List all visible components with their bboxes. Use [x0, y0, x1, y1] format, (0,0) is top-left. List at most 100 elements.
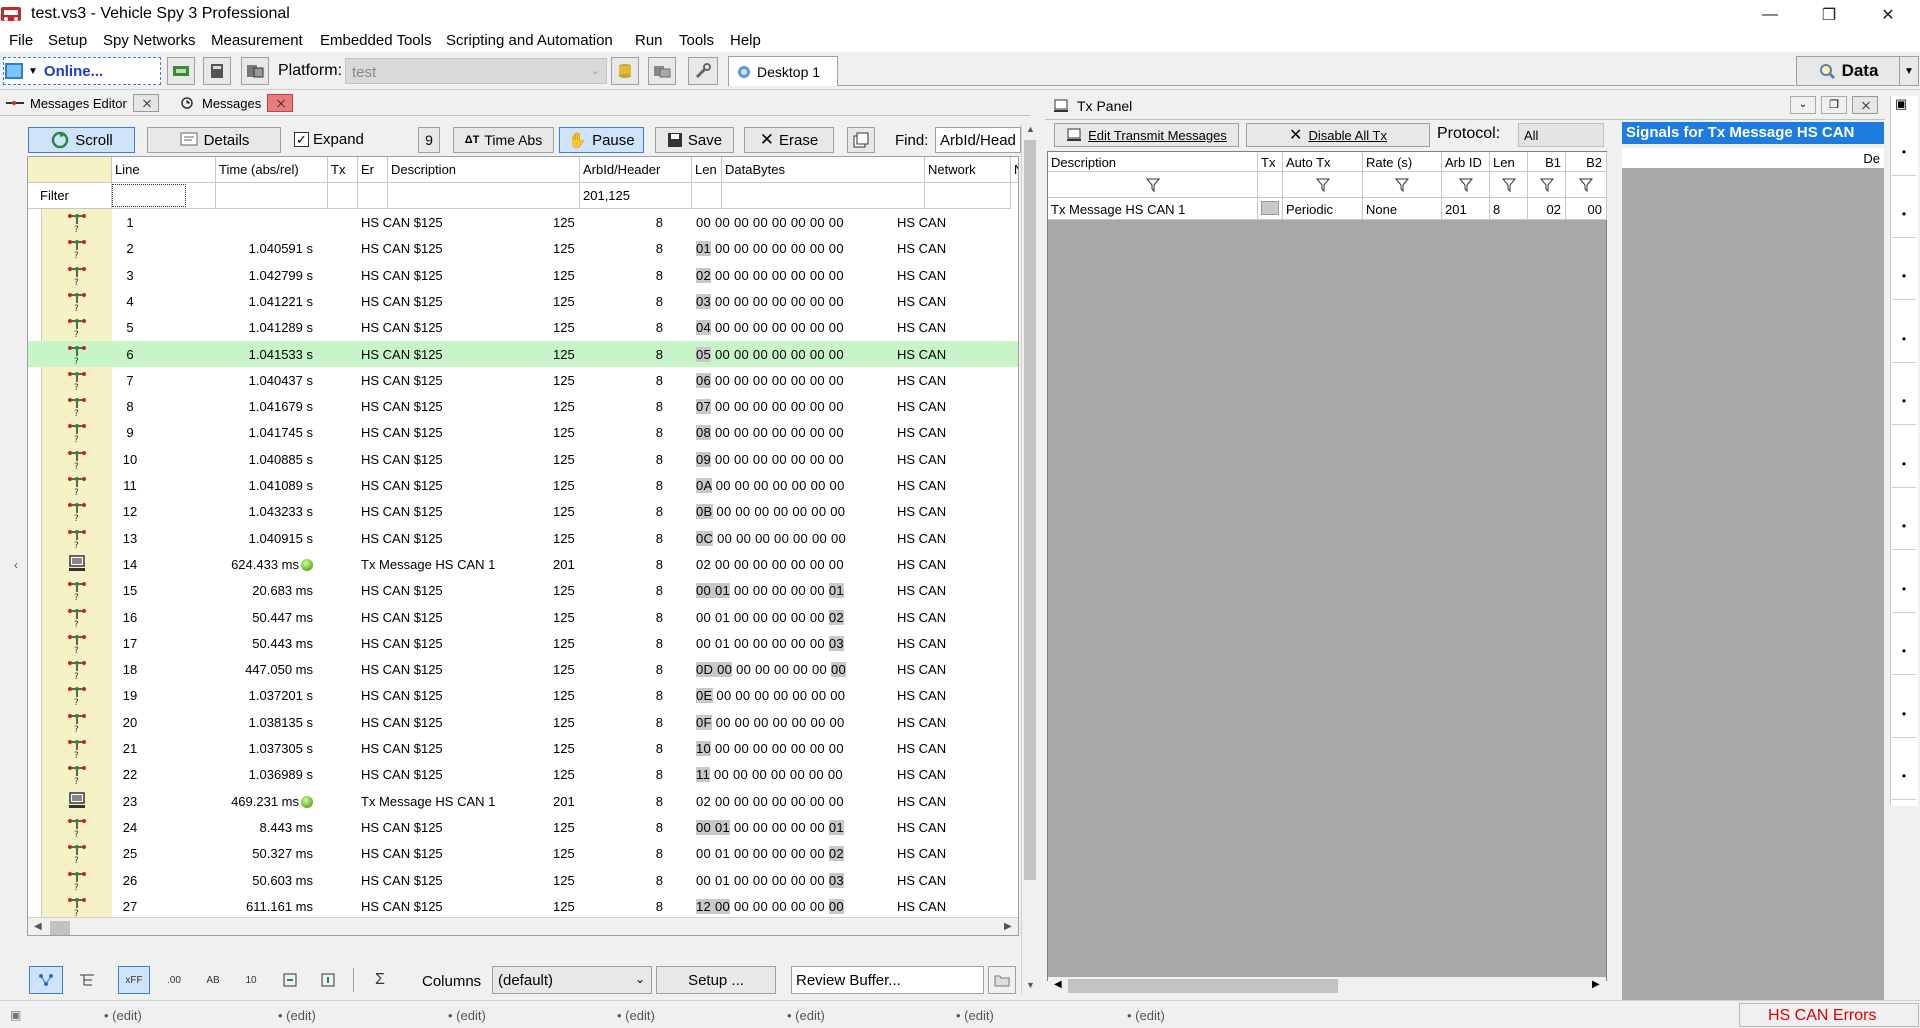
tx-row-b2[interactable]: 00	[1566, 198, 1607, 220]
tab-messages[interactable]: Messages	[180, 92, 294, 114]
status-edit-7[interactable]: • (edit)	[1127, 1008, 1165, 1023]
table-row[interactable]: ? 4 1.041221 s HS CAN $125 125 8 03 00 00 00 0…	[28, 288, 1018, 314]
side-item-1[interactable]: •	[1892, 128, 1916, 176]
scrollbar-thumb[interactable]	[1024, 140, 1036, 880]
signals-col-header[interactable]: De	[1622, 148, 1884, 168]
table-row[interactable]: ? 22 1.036989 s HS CAN $125 125 8 11 00 00 00 …	[28, 761, 1018, 787]
save-button[interactable]: Save	[655, 127, 734, 153]
details-button[interactable]: Details	[147, 127, 281, 153]
side-item-11[interactable]: •	[1892, 752, 1916, 800]
setup-button[interactable]: Setup ...	[656, 966, 776, 994]
filter-er[interactable]	[358, 183, 388, 209]
table-row[interactable]: ? 27 611.161 ms HS CAN $125 125 8 12 00 00 00 …	[28, 893, 1018, 919]
table-row[interactable]: ? 8 1.041679 s HS CAN $125 125 8 07 00 00 00 0…	[28, 393, 1018, 419]
pause-button[interactable]: ✋ Pause	[559, 127, 644, 153]
nine-button[interactable]: 9	[418, 127, 440, 153]
status-edit-2[interactable]: • (edit)	[278, 1008, 316, 1023]
tx-col-tx[interactable]: Tx	[1258, 152, 1283, 172]
time-abs-button[interactable]: ΔT Time Abs	[453, 127, 554, 153]
panel-float-icon[interactable]: ❐	[1821, 96, 1847, 114]
grid-view-icon[interactable]	[29, 966, 63, 994]
side-item-7[interactable]: •	[1892, 502, 1916, 550]
sigma-icon[interactable]: Σ	[366, 966, 394, 994]
find-select[interactable]: ArbId/Head	[935, 127, 1021, 153]
table-row[interactable]: ? 9 1.041745 s HS CAN $125 125 8 08 00 00 00 0…	[28, 419, 1018, 445]
status-edit-3[interactable]: • (edit)	[448, 1008, 486, 1023]
edit-transmit-button[interactable]: Edit Transmit Messages	[1054, 123, 1239, 147]
platform-icon[interactable]	[241, 57, 269, 85]
tx-row-description[interactable]: Tx Message HS CAN 1	[1048, 198, 1258, 220]
tx-hscrollbar[interactable]: ◀ ▶	[1048, 977, 1606, 995]
menu-file[interactable]: File	[9, 32, 33, 49]
side-item-4[interactable]: •	[1892, 315, 1916, 363]
close-messages-editor-icon[interactable]	[132, 94, 159, 112]
platform-select[interactable]: test ⌄	[345, 58, 607, 84]
protocol-select[interactable]: All	[1518, 123, 1604, 147]
columns-select[interactable]: (default) ⌄	[492, 966, 652, 994]
tx-filter-autotx[interactable]	[1283, 172, 1363, 198]
table-row[interactable]: ? 2 1.040591 s HS CAN $125 125 8 01 00 00 00 0…	[28, 235, 1018, 261]
wrench-icon[interactable]	[688, 57, 718, 85]
table-row[interactable]: ? 20 1.038135 s HS CAN $125 125 8 0F 00 00 00 …	[28, 709, 1018, 735]
menu-measurement[interactable]: Measurement	[211, 32, 303, 49]
panel-close-icon[interactable]	[1852, 96, 1878, 114]
tx-row-autotx[interactable]: Periodic	[1283, 198, 1363, 220]
collapse-left-icon[interactable]: ‹	[14, 558, 18, 572]
database-icon[interactable]	[611, 57, 639, 85]
side-item-2[interactable]: •	[1892, 190, 1916, 238]
tx-filter-b1[interactable]	[1528, 172, 1566, 198]
tx-hscroll-thumb[interactable]	[1068, 979, 1338, 993]
table-row[interactable]: ? 12 1.043233 s HS CAN $125 125 8 0B 00 00 00 …	[28, 498, 1018, 524]
table-row[interactable]: ? 10 1.040885 s HS CAN $125 125 8 09 00 00 00 …	[28, 446, 1018, 472]
data-button[interactable]: Data	[1796, 56, 1900, 86]
close-button[interactable]: ✕	[1859, 0, 1917, 29]
table-row[interactable]: ? 17 50.443 ms HS CAN $125 125 8 00 01 00 00 0…	[28, 630, 1018, 656]
disable-all-tx-button[interactable]: ✕ Disable All Tx	[1246, 123, 1430, 147]
tx-col-b2[interactable]: B2	[1566, 152, 1607, 172]
menu-help[interactable]: Help	[730, 32, 761, 49]
tx-filter-description[interactable]	[1048, 172, 1258, 198]
filter-arbid[interactable]: 201,125	[580, 183, 692, 209]
col-n[interactable]: N	[1011, 157, 1018, 183]
side-item-10[interactable]: •	[1892, 690, 1916, 738]
table-row[interactable]: ? 13 1.040915 s HS CAN $125 125 8 0C 00 00 00 …	[28, 525, 1018, 551]
col-er[interactable]: Er	[358, 157, 388, 183]
table-row[interactable]: ? 25 50.327 ms HS CAN $125 125 8 00 01 00 00 0…	[28, 840, 1018, 866]
side-camera-icon[interactable]: ▣	[1895, 96, 1907, 112]
filter-network[interactable]	[925, 183, 1011, 209]
windows-icon[interactable]	[847, 127, 875, 153]
format-10-button[interactable]: 10	[236, 966, 266, 994]
export-icon[interactable]	[276, 966, 304, 994]
status-edit-1[interactable]: • (edit)	[104, 1008, 142, 1023]
tx-filter-b2[interactable]	[1566, 172, 1607, 198]
table-row[interactable]: ? 11 1.041089 s HS CAN $125 125 8 0A 00 00 00 …	[28, 472, 1018, 498]
side-item-8[interactable]: •	[1892, 565, 1916, 613]
tx-row-len[interactable]: 8	[1490, 198, 1528, 220]
tab-messages-editor[interactable]: Messages Editor	[4, 92, 159, 114]
table-row[interactable]: ? 7 1.040437 s HS CAN $125 125 8 06 00 00 00 0…	[28, 367, 1018, 393]
col-tx[interactable]: Tx	[328, 157, 358, 183]
table-row[interactable]: 23 469.231 ms Tx Message HS CAN 1 201 8 02 00…	[28, 788, 1018, 814]
format-decimal-button[interactable]: .00	[158, 966, 190, 994]
tx-row-rate[interactable]: None	[1363, 198, 1442, 220]
tx-col-b1[interactable]: B1	[1528, 152, 1566, 172]
menu-spy-networks[interactable]: Spy Networks	[103, 32, 196, 49]
status-edit-4[interactable]: • (edit)	[617, 1008, 655, 1023]
format-ascii-button[interactable]: AB	[198, 966, 228, 994]
tools-icon[interactable]	[648, 57, 676, 85]
filter-tx[interactable]	[328, 183, 358, 209]
table-row[interactable]: ? 19 1.037201 s HS CAN $125 125 8 0E 00 00 00 …	[28, 682, 1018, 708]
tx-filter-arbid[interactable]	[1442, 172, 1490, 198]
hardware-icon[interactable]	[167, 57, 195, 85]
table-row[interactable]: 14 624.433 ms Tx Message HS CAN 1 201 8 02 00…	[28, 551, 1018, 577]
folder-icon[interactable]	[988, 966, 1016, 994]
filter-description[interactable]	[388, 183, 580, 209]
tx-row-tx-checkbox[interactable]	[1258, 198, 1283, 220]
menu-run[interactable]: Run	[635, 32, 663, 49]
review-buffer-field[interactable]: Review Buffer...	[791, 966, 984, 994]
filter-databytes[interactable]	[722, 183, 925, 209]
import-icon[interactable]	[314, 966, 342, 994]
status-edit-6[interactable]: • (edit)	[956, 1008, 994, 1023]
menu-tools[interactable]: Tools	[679, 32, 714, 49]
table-row[interactable]: ? 24 8.443 ms HS CAN $125 125 8 00 01 00 00 00…	[28, 814, 1018, 840]
